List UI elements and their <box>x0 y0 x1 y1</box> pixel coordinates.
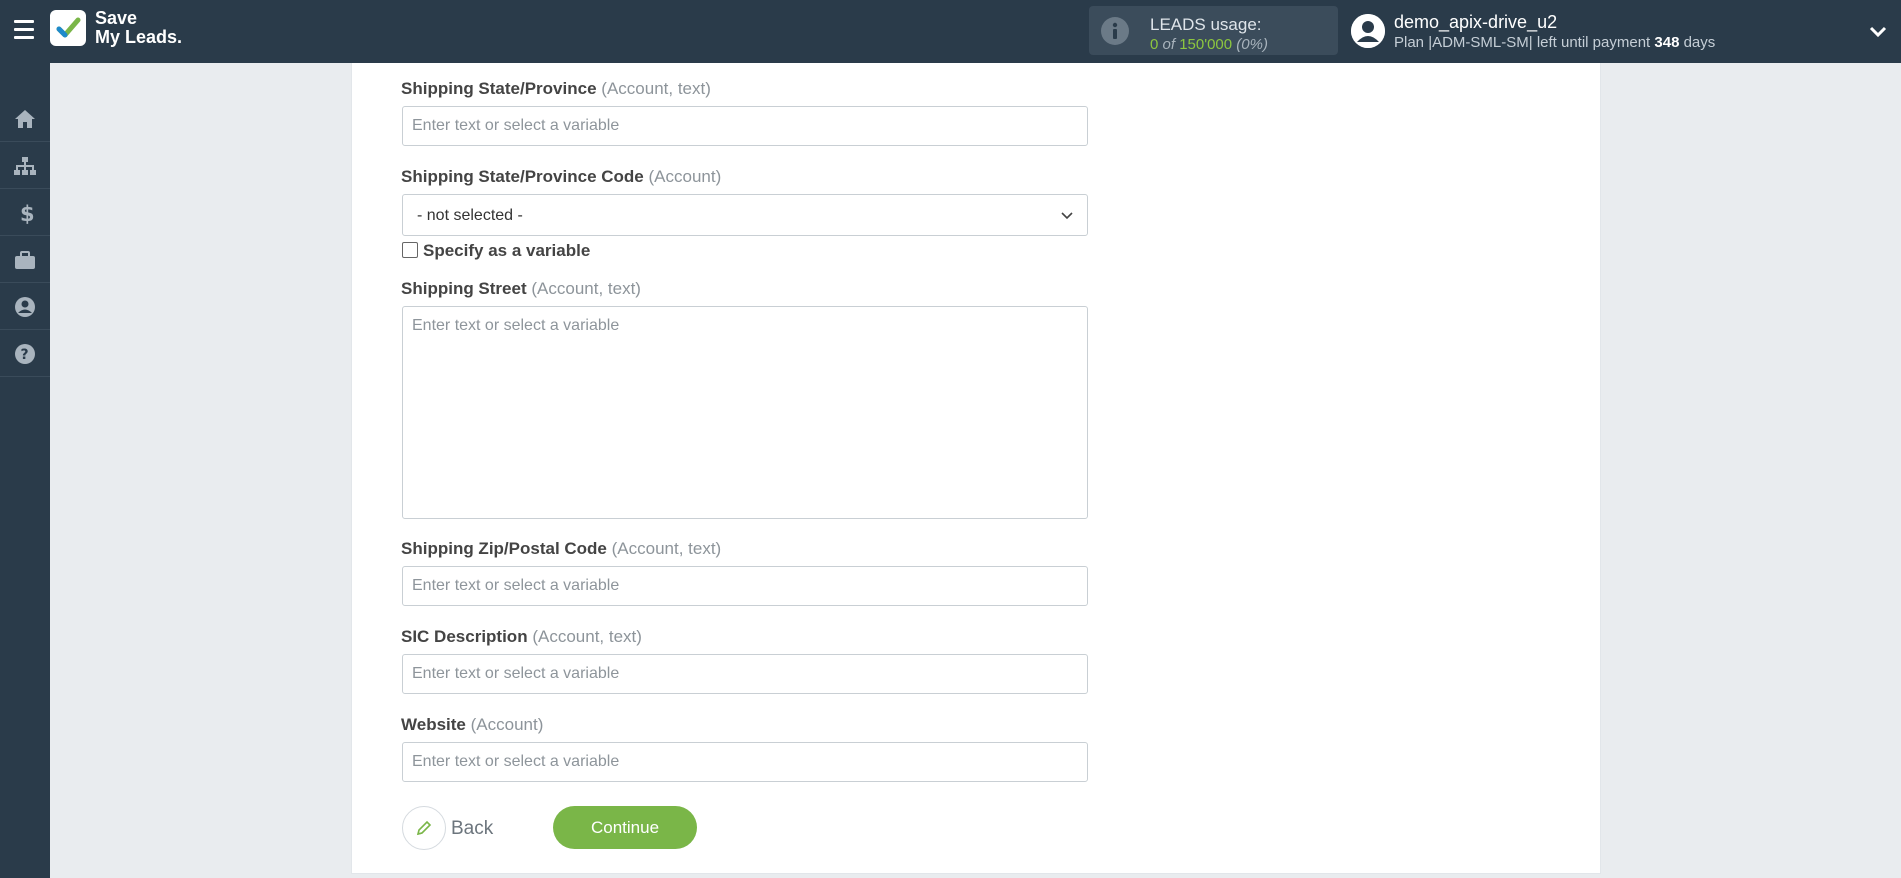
user-icon <box>15 297 35 317</box>
sidebar-item-billing[interactable]: $ <box>0 189 50 236</box>
leads-usage-value: 0 of 150'000 (0%) <box>1150 36 1268 53</box>
shipping-state-code-select[interactable]: - not selected - <box>402 194 1088 236</box>
specify-variable-checkbox[interactable] <box>402 242 418 258</box>
home-icon <box>15 110 35 128</box>
top-bar: Save My Leads. LEADS usage: 0 of 150'000… <box>0 0 1901 63</box>
label-text: Shipping Street <box>401 279 527 298</box>
label-text: Shipping Zip/Postal Code <box>401 539 607 558</box>
sidebar-item-home[interactable] <box>0 95 50 142</box>
continue-button[interactable]: Continue <box>553 806 697 849</box>
days-label: days <box>1683 34 1716 51</box>
label-hint: (Account, text) <box>531 279 641 298</box>
shipping-street-textarea[interactable] <box>402 306 1088 519</box>
label-hint: (Account, text) <box>611 539 722 558</box>
checkbox-label: Specify as a variable <box>423 241 591 260</box>
avatar-icon[interactable] <box>1351 14 1385 48</box>
field-label-website: Website (Account) <box>401 715 543 735</box>
svg-text:$: $ <box>20 202 35 224</box>
svg-text:?: ? <box>21 347 29 363</box>
user-plan: Plan |ADM-SML-SM| left until payment 348… <box>1394 34 1715 51</box>
label-hint: (Account, text) <box>601 79 711 98</box>
days-left: 348 <box>1654 34 1680 51</box>
logo-line1: Save <box>95 8 138 28</box>
shipping-zip-input[interactable] <box>402 566 1088 606</box>
leads-usage-title: LEADS usage: <box>1150 15 1262 34</box>
logo-line2: My Leads. <box>95 27 183 47</box>
label-hint: (Account) <box>470 715 544 734</box>
leads-used: 0 <box>1150 36 1159 53</box>
back-label: Back <box>451 818 494 839</box>
field-label-shipping-zip: Shipping Zip/Postal Code (Account, text) <box>401 539 721 559</box>
sitemap-icon <box>14 157 36 175</box>
field-label-shipping-state: Shipping State/Province (Account, text) <box>401 79 711 99</box>
field-label-shipping-street: Shipping Street (Account, text) <box>401 279 641 299</box>
shipping-state-input[interactable] <box>402 106 1088 146</box>
chevron-down-icon[interactable] <box>1868 22 1888 42</box>
logo-text[interactable]: Save My Leads. <box>95 9 182 47</box>
label-hint: (Account, text) <box>532 627 642 646</box>
label-text: SIC Description <box>401 627 528 646</box>
label-text: Shipping State/Province <box>401 79 597 98</box>
leads-of: of <box>1162 36 1176 53</box>
sidebar-item-profile[interactable] <box>0 283 50 330</box>
sidebar: $ ? <box>0 63 50 878</box>
pencil-icon <box>402 806 446 850</box>
info-icon <box>1101 17 1129 45</box>
select-value: - not selected - <box>417 207 523 224</box>
help-icon: ? <box>15 344 35 364</box>
logo-icon[interactable] <box>50 10 86 46</box>
sidebar-item-services[interactable] <box>0 236 50 283</box>
website-input[interactable] <box>402 742 1088 782</box>
label-text: Website <box>401 715 466 734</box>
user-name[interactable]: demo_apix-drive_u2 <box>1394 12 1557 33</box>
chevron-down-icon <box>1061 212 1073 220</box>
menu-icon[interactable] <box>14 20 34 42</box>
field-label-sic-description: SIC Description (Account, text) <box>401 627 642 647</box>
leads-percent: (0%) <box>1236 36 1268 53</box>
label-text: Shipping State/Province Code <box>401 167 644 186</box>
sidebar-item-help[interactable]: ? <box>0 330 50 377</box>
briefcase-icon <box>15 251 35 269</box>
sic-description-input[interactable] <box>402 654 1088 694</box>
field-label-shipping-state-code: Shipping State/Province Code (Account) <box>401 167 721 187</box>
plan-text: Plan |ADM-SML-SM| left until payment <box>1394 34 1651 51</box>
label-hint: (Account) <box>648 167 722 186</box>
leads-usage-panel: LEADS usage: 0 of 150'000 (0%) <box>1089 6 1338 55</box>
back-button[interactable]: Back <box>402 806 512 850</box>
leads-total: 150'000 <box>1179 36 1233 53</box>
dollar-icon: $ <box>20 202 35 224</box>
sidebar-item-connections[interactable] <box>0 142 50 189</box>
